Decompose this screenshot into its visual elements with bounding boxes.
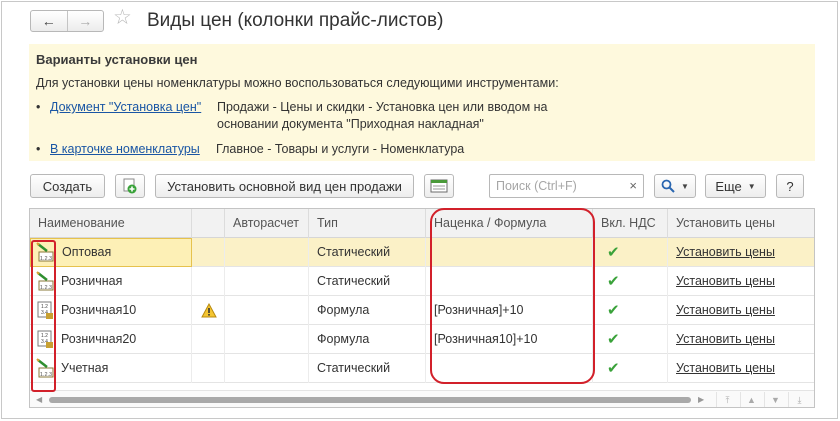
more-button[interactable]: Еще ▼	[705, 174, 766, 198]
scrollbar-thumb[interactable]	[49, 397, 691, 403]
back-arrow-icon: ←	[41, 13, 56, 29]
forward-button[interactable]: →	[68, 11, 104, 31]
table-row[interactable]: Розничная 1.2.3 Статический ✔ Установить…	[30, 267, 814, 296]
column-header-name[interactable]: Наименование	[30, 209, 192, 238]
scroll-right-icon[interactable]: ▶	[698, 395, 704, 404]
price-types-table: Наименование Авторасчет Тип Наценка / Фо…	[29, 208, 815, 408]
set-prices-link[interactable]: Установить цены	[676, 274, 775, 288]
vat-check-icon: ✔	[593, 325, 668, 354]
table-row[interactable]: Розничная20 1.2 3.4 Формула [Розничная10]…	[30, 325, 814, 354]
row-warning-cell	[192, 325, 225, 354]
row-formula	[426, 354, 593, 383]
svg-text:1.2.3: 1.2.3	[40, 285, 52, 291]
row-name[interactable]: Розничная	[30, 267, 192, 296]
bullet-marker: •	[36, 100, 41, 114]
column-header-set-prices[interactable]: Установить цены	[668, 209, 814, 238]
price-setting-document-link[interactable]: Документ "Установка цен"	[50, 100, 201, 114]
vat-check-icon: ✔	[593, 267, 668, 296]
column-header-warning[interactable]	[192, 209, 225, 238]
set-prices-link[interactable]: Установить цены	[676, 332, 775, 346]
report-table-icon	[430, 179, 448, 193]
row-type: Формула	[309, 296, 426, 325]
row-warning-cell	[192, 354, 225, 383]
formula-price-icon: 1.23.4	[37, 301, 53, 319]
search-options-button[interactable]: ▼	[654, 174, 696, 198]
page-title: Виды цен (колонки прайс-листов)	[147, 10, 444, 31]
table-row[interactable]: Розничная10 1.2 3.4 Формула [Розничная]+1…	[30, 296, 814, 325]
scroll-left-icon[interactable]: ◀	[36, 395, 42, 404]
scroll-top-icon[interactable]: ⤒	[716, 392, 738, 407]
scroll-down-icon[interactable]: ▼	[764, 392, 786, 407]
bullet-marker: •	[36, 142, 41, 156]
static-price-icon: 1.2.3	[36, 242, 54, 262]
chevron-down-icon: ▼	[681, 181, 689, 191]
help-button[interactable]: ?	[776, 174, 804, 198]
column-header-formula[interactable]: Наценка / Формула	[426, 209, 593, 238]
vat-check-icon: ✔	[593, 296, 668, 325]
svg-text:1.2.3: 1.2.3	[40, 256, 52, 262]
copy-button[interactable]	[115, 174, 145, 198]
row-formula: [Розничная]+10	[426, 296, 593, 325]
row-formula: [Розничная10]+10	[426, 325, 593, 354]
set-prices-link[interactable]: Установить цены	[676, 245, 775, 259]
horizontal-scrollbar[interactable]: ◀ ▶ ⤒ ▲ ▼ ⤓	[30, 390, 814, 407]
row-warning-cell	[192, 238, 225, 267]
copy-add-icon	[123, 178, 137, 194]
row-type: Формула	[309, 325, 426, 354]
row-type: Статический	[309, 354, 426, 383]
nomenclature-card-path: Главное - Товары и услуги - Номенклатура	[216, 142, 465, 156]
row-name[interactable]: Розничная20	[30, 325, 192, 354]
nav-buttons: ← →	[30, 10, 104, 32]
static-price-icon: 1.2.3	[36, 358, 54, 378]
search-box: ×	[489, 174, 644, 198]
row-name[interactable]: Розничная10	[30, 296, 192, 325]
vat-check-icon: ✔	[593, 238, 668, 267]
favorite-star-icon[interactable]: ☆	[113, 7, 132, 28]
row-warning-cell	[192, 267, 225, 296]
set-main-price-type-button[interactable]: Установить основной вид цен продажи	[155, 174, 414, 198]
title-bar: ← → ☆ Виды цен (колонки прайс-листов)	[2, 2, 837, 40]
scroll-bottom-icon[interactable]: ⤓	[788, 392, 810, 407]
row-formula	[426, 267, 593, 296]
price-setting-document-path: Продажи - Цены и скидки - Установка цен …	[217, 100, 548, 131]
row-warning-cell	[192, 296, 225, 325]
row-type: Статический	[309, 238, 426, 267]
window: ← → ☆ Виды цен (колонки прайс-листов) Ва…	[1, 1, 838, 419]
column-header-vat[interactable]: Вкл. НДС	[593, 209, 668, 238]
back-button[interactable]: ←	[31, 11, 68, 31]
column-header-type[interactable]: Тип	[309, 209, 426, 238]
table-row[interactable]: Оптовая 1.2.3 Статический ✔ Установить ц…	[30, 238, 814, 267]
search-input[interactable]	[490, 175, 623, 197]
info-description: Для установки цены номенклатуры можно во…	[36, 76, 559, 90]
set-prices-link[interactable]: Установить цены	[676, 361, 775, 375]
row-name[interactable]: Учетная	[30, 354, 192, 383]
row-autocalc-cell	[225, 325, 309, 354]
forward-arrow-icon: →	[78, 13, 93, 29]
row-autocalc-cell	[225, 267, 309, 296]
info-panel: Варианты установки цен Для установки цен…	[29, 44, 815, 161]
row-type: Статический	[309, 267, 426, 296]
row-autocalc-cell	[225, 238, 309, 267]
row-autocalc-cell	[225, 296, 309, 325]
row-autocalc-cell	[225, 354, 309, 383]
nomenclature-card-link[interactable]: В карточке номенклатуры	[50, 142, 200, 156]
magnifier-icon	[661, 179, 675, 193]
formula-price-icon: 1.23.4	[37, 330, 53, 348]
vat-check-icon: ✔	[593, 354, 668, 383]
clear-search-icon[interactable]: ×	[629, 178, 637, 193]
scroll-up-icon[interactable]: ▲	[740, 392, 762, 407]
chevron-down-icon: ▼	[747, 181, 756, 191]
create-button[interactable]: Создать	[30, 174, 105, 198]
price-list-button[interactable]	[424, 174, 454, 198]
svg-text:1.2.3: 1.2.3	[40, 372, 52, 378]
column-header-autocalc[interactable]: Авторасчет	[225, 209, 309, 238]
table-header: Наименование Авторасчет Тип Наценка / Фо…	[30, 209, 814, 238]
static-price-icon: 1.2.3	[36, 271, 54, 291]
row-formula	[426, 238, 593, 267]
info-heading: Варианты установки цен	[36, 52, 198, 67]
set-prices-link[interactable]: Установить цены	[676, 303, 775, 317]
row-name[interactable]: Оптовая	[30, 238, 192, 267]
table-row[interactable]: Учетная 1.2.3 Статический ✔ Установить ц…	[30, 354, 814, 383]
